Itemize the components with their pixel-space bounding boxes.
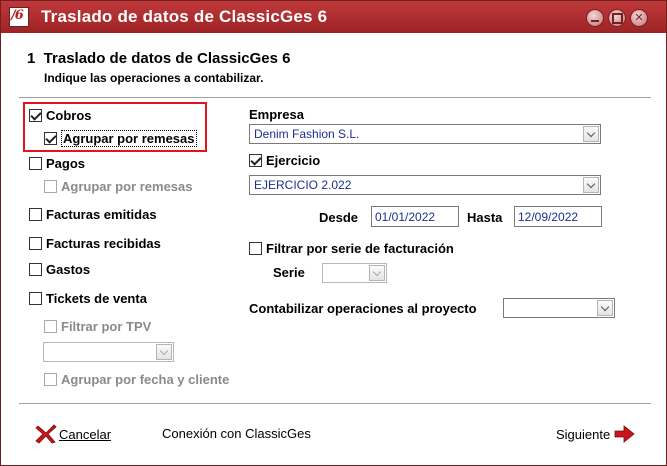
checkbox-icon <box>29 237 42 250</box>
tpv-select <box>43 342 174 362</box>
cancel-button[interactable]: Cancelar <box>35 424 111 444</box>
hasta-date-field[interactable]: 12/09/2022 <box>514 206 602 227</box>
checkbox-icon <box>249 242 262 255</box>
chevron-down-icon[interactable] <box>583 126 599 142</box>
next-label: Siguiente <box>556 426 611 442</box>
hasta-label: Hasta <box>467 210 503 225</box>
connection-classicges-button[interactable]: Conexión con ClassicGes <box>162 426 311 441</box>
close-icon: ✕ <box>634 11 644 24</box>
checkbox-icon <box>29 292 42 305</box>
cancel-label: Cancelar <box>59 426 112 442</box>
cobros-label: Cobros <box>46 108 92 123</box>
facturas-emitidas-checkbox[interactable]: Facturas emitidas <box>29 207 157 222</box>
ejercicio-select-value: EJERCICIO 2.022 <box>254 178 352 192</box>
step-subtitle: Indique las operaciones a contabilizar. <box>44 71 264 85</box>
close-button[interactable]: ✕ <box>630 9 648 27</box>
cobros-checkbox[interactable]: Cobros <box>29 108 92 123</box>
checkbox-icon <box>29 208 42 221</box>
serie-label: Serie <box>273 265 305 280</box>
step-title: 1 Traslado de datos de ClassicGes 6 <box>27 50 291 67</box>
empresa-label: Empresa <box>249 107 304 122</box>
facturas-emitidas-label: Facturas emitidas <box>46 207 157 222</box>
checkbox-icon <box>44 180 57 193</box>
checkbox-icon <box>29 263 42 276</box>
checkbox-icon <box>29 157 42 170</box>
facturas-recibidas-checkbox[interactable]: Facturas recibidas <box>29 236 161 251</box>
footer-divider <box>19 403 651 405</box>
agrupar-fecha-cliente-checkbox: Agrupar por fecha y cliente <box>44 372 229 387</box>
pagos-agrupar-remesas-label: Agrupar por remesas <box>61 179 193 194</box>
chevron-down-icon <box>369 265 385 281</box>
pagos-agrupar-remesas-checkbox: Agrupar por remesas <box>44 179 193 194</box>
connection-label: Conexión con ClassicGes <box>162 426 311 441</box>
gastos-label: Gastos <box>46 262 91 277</box>
cobros-agrupar-remesas-checkbox[interactable]: Agrupar por remesas <box>44 130 197 147</box>
chevron-down-icon[interactable] <box>583 177 599 193</box>
tickets-venta-checkbox[interactable]: Tickets de venta <box>29 291 147 306</box>
gastos-checkbox[interactable]: Gastos <box>29 262 90 277</box>
maximize-icon <box>609 10 625 26</box>
next-button[interactable]: Siguiente <box>556 424 635 444</box>
red-arrow-right-icon <box>614 425 635 443</box>
serie-select <box>322 263 387 283</box>
app-icon: /6 <box>9 7 29 27</box>
checkbox-checked-icon <box>29 109 42 122</box>
red-x-icon <box>35 424 57 444</box>
filtrar-tpv-label: Filtrar por TPV <box>61 319 152 334</box>
empresa-select-value: Denim Fashion S.L. <box>254 127 360 141</box>
desde-label: Desde <box>319 210 359 225</box>
agrupar-fecha-cliente-label: Agrupar por fecha y cliente <box>61 372 230 387</box>
tickets-venta-label: Tickets de venta <box>46 291 147 306</box>
dialog-window: /6 Traslado de datos de ClassicGes 6 ✕ 1… <box>0 0 667 466</box>
filtrar-serie-checkbox[interactable]: Filtrar por serie de facturación <box>249 241 454 256</box>
desde-date-field[interactable]: 01/01/2022 <box>371 206 459 227</box>
ejercicio-checkbox[interactable]: Ejercicio <box>249 153 320 168</box>
maximize-button[interactable] <box>608 9 626 27</box>
checkbox-icon <box>44 320 57 333</box>
proyecto-select[interactable] <box>503 298 615 318</box>
empresa-select[interactable]: Denim Fashion S.L. <box>249 124 601 144</box>
chevron-down-icon[interactable] <box>597 300 613 316</box>
ejercicio-select[interactable]: EJERCICIO 2.022 <box>249 175 601 195</box>
app-logo-glyph: /6 <box>11 8 24 23</box>
proyecto-label: Contabilizar operaciones al proyecto <box>249 301 477 316</box>
checkbox-checked-icon <box>249 154 262 167</box>
window-title: Traslado de datos de ClassicGes 6 <box>41 7 328 26</box>
minimize-icon <box>587 10 603 26</box>
cobros-agrupar-remesas-label: Agrupar por remesas <box>61 130 197 147</box>
ejercicio-label: Ejercicio <box>266 153 321 168</box>
filtrar-tpv-checkbox: Filtrar por TPV <box>44 319 151 334</box>
pagos-label: Pagos <box>46 156 86 171</box>
pagos-checkbox[interactable]: Pagos <box>29 156 85 171</box>
chevron-down-icon <box>156 344 172 360</box>
header-divider <box>19 97 651 99</box>
minimize-button[interactable] <box>586 9 604 27</box>
checkbox-checked-icon <box>44 132 57 145</box>
filtrar-serie-label: Filtrar por serie de facturación <box>266 241 454 256</box>
checkbox-icon <box>44 373 57 386</box>
facturas-recibidas-label: Facturas recibidas <box>46 236 161 251</box>
title-bar[interactable]: /6 Traslado de datos de ClassicGes 6 ✕ <box>1 1 666 33</box>
